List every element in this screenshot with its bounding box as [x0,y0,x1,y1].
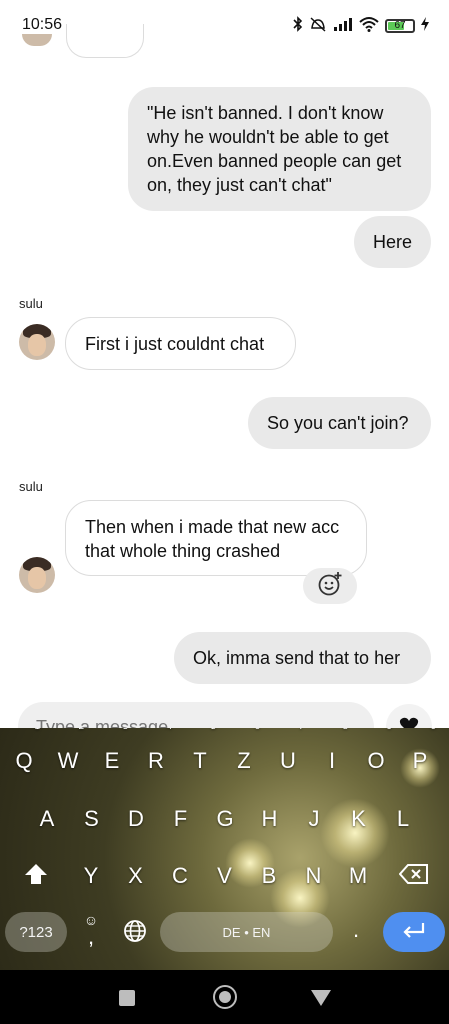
message-text: Here [373,232,413,252]
key-hint-number: 1 [34,728,40,732]
message-text: Ok, imma send that to her [193,648,401,668]
key-hint-number: 0 [430,728,436,732]
recents-button[interactable] [119,990,135,1006]
key-n[interactable]: N [294,851,334,901]
message-bubble-outgoing[interactable]: So you can't join? [248,397,431,449]
back-button[interactable] [311,990,331,1006]
key-k[interactable]: K [339,794,379,844]
period-key[interactable]: . [342,912,370,952]
backspace-key[interactable] [396,856,432,896]
backspace-icon [398,863,429,890]
key-label: P [412,748,428,773]
key-f[interactable]: F [161,794,201,844]
emoji-comma-key[interactable]: ☺ , [76,912,106,956]
keyboard: 1Q2W3E4R5T6Z7U8I9O0P ASDFGHJKL YXCVBNM ?… [0,728,449,970]
key-hint-number: 7 [298,728,304,732]
symbols-key[interactable]: ?123 [5,912,67,952]
bluetooth-icon [293,16,303,35]
key-b[interactable]: B [249,851,289,901]
key-hint-number: 4 [166,728,172,732]
message-bubble-outgoing[interactable]: "He isn't banned. I don't know why he wo… [128,87,431,211]
key-d[interactable]: D [116,794,156,844]
key-hint-number: 9 [386,728,392,732]
key-i[interactable]: 8I [312,728,352,786]
avatar[interactable] [19,324,55,360]
key-p[interactable]: 0P [400,728,440,786]
message-bubble-outgoing[interactable]: Ok, imma send that to her [174,632,431,684]
period-label: . [352,917,360,942]
key-x[interactable]: X [116,851,156,901]
battery-icon: 67 [385,18,415,33]
key-hint-number: 3 [122,728,128,732]
key-a[interactable]: A [27,794,67,844]
message-text: First i just couldnt chat [85,334,265,354]
status-icons: 67 [293,16,429,35]
message-bubble-incoming[interactable]: Then when i made that new acc that whole… [65,500,367,576]
key-l[interactable]: L [383,794,423,844]
shift-icon [23,862,49,891]
key-z[interactable]: 6Z [224,728,264,786]
key-label: Q [15,748,33,773]
system-navigation-bar [0,970,449,1024]
key-v[interactable]: V [205,851,245,901]
add-reaction-button[interactable] [303,568,357,604]
key-g[interactable]: G [205,794,245,844]
battery-level: 67 [394,19,406,31]
key-c[interactable]: C [160,851,200,901]
symbols-label: ?123 [19,923,53,941]
space-label: DE • EN [222,924,271,940]
key-label: I [328,748,336,773]
sender-name: sulu [19,296,43,311]
message-text: Then when i made that new acc that whole… [85,517,340,561]
message-bubble-outgoing[interactable]: Here [354,216,431,268]
key-r[interactable]: 4R [136,728,176,786]
key-o[interactable]: 9O [356,728,396,786]
key-s[interactable]: S [72,794,112,844]
key-hint-number: 6 [254,728,260,732]
enter-icon [402,921,426,944]
key-label: O [367,748,385,773]
message-text: So you can't join? [267,413,409,433]
clock: 10:56 [22,16,63,33]
key-y[interactable]: Y [71,851,111,901]
key-label: R [148,748,164,773]
key-u[interactable]: 7U [268,728,308,786]
enter-key[interactable] [383,912,445,952]
shift-key[interactable] [20,856,52,896]
key-m[interactable]: M [338,851,378,901]
globe-icon [123,919,147,948]
key-j[interactable]: J [294,794,334,844]
wifi-icon [359,16,379,35]
key-q[interactable]: 1Q [4,728,44,786]
key-label: T [193,748,207,773]
key-h[interactable]: H [250,794,290,844]
key-label: Z [237,748,251,773]
key-t[interactable]: 5T [180,728,220,786]
avatar[interactable] [19,557,55,593]
home-button[interactable] [213,985,237,1009]
key-e[interactable]: 3E [92,728,132,786]
key-w[interactable]: 2W [48,728,88,786]
space-key[interactable]: DE • EN [160,912,333,952]
key-hint-number: 2 [78,728,84,732]
message-text: "He isn't banned. I don't know why he wo… [147,103,402,195]
mute-icon [309,16,327,35]
sender-name: sulu [19,479,43,494]
key-hint-number: 5 [210,728,216,732]
signal-icon [333,17,353,34]
charging-icon [421,17,429,34]
language-key[interactable] [120,918,150,948]
key-label: U [280,748,296,773]
key-hint-number: 8 [342,728,348,732]
previous-message-bubble [66,24,144,58]
comma-label: , [87,924,95,949]
message-bubble-incoming[interactable]: First i just couldnt chat [65,317,296,370]
key-label: E [104,748,120,773]
add-reaction-icon [317,571,343,602]
key-label: W [57,748,79,773]
